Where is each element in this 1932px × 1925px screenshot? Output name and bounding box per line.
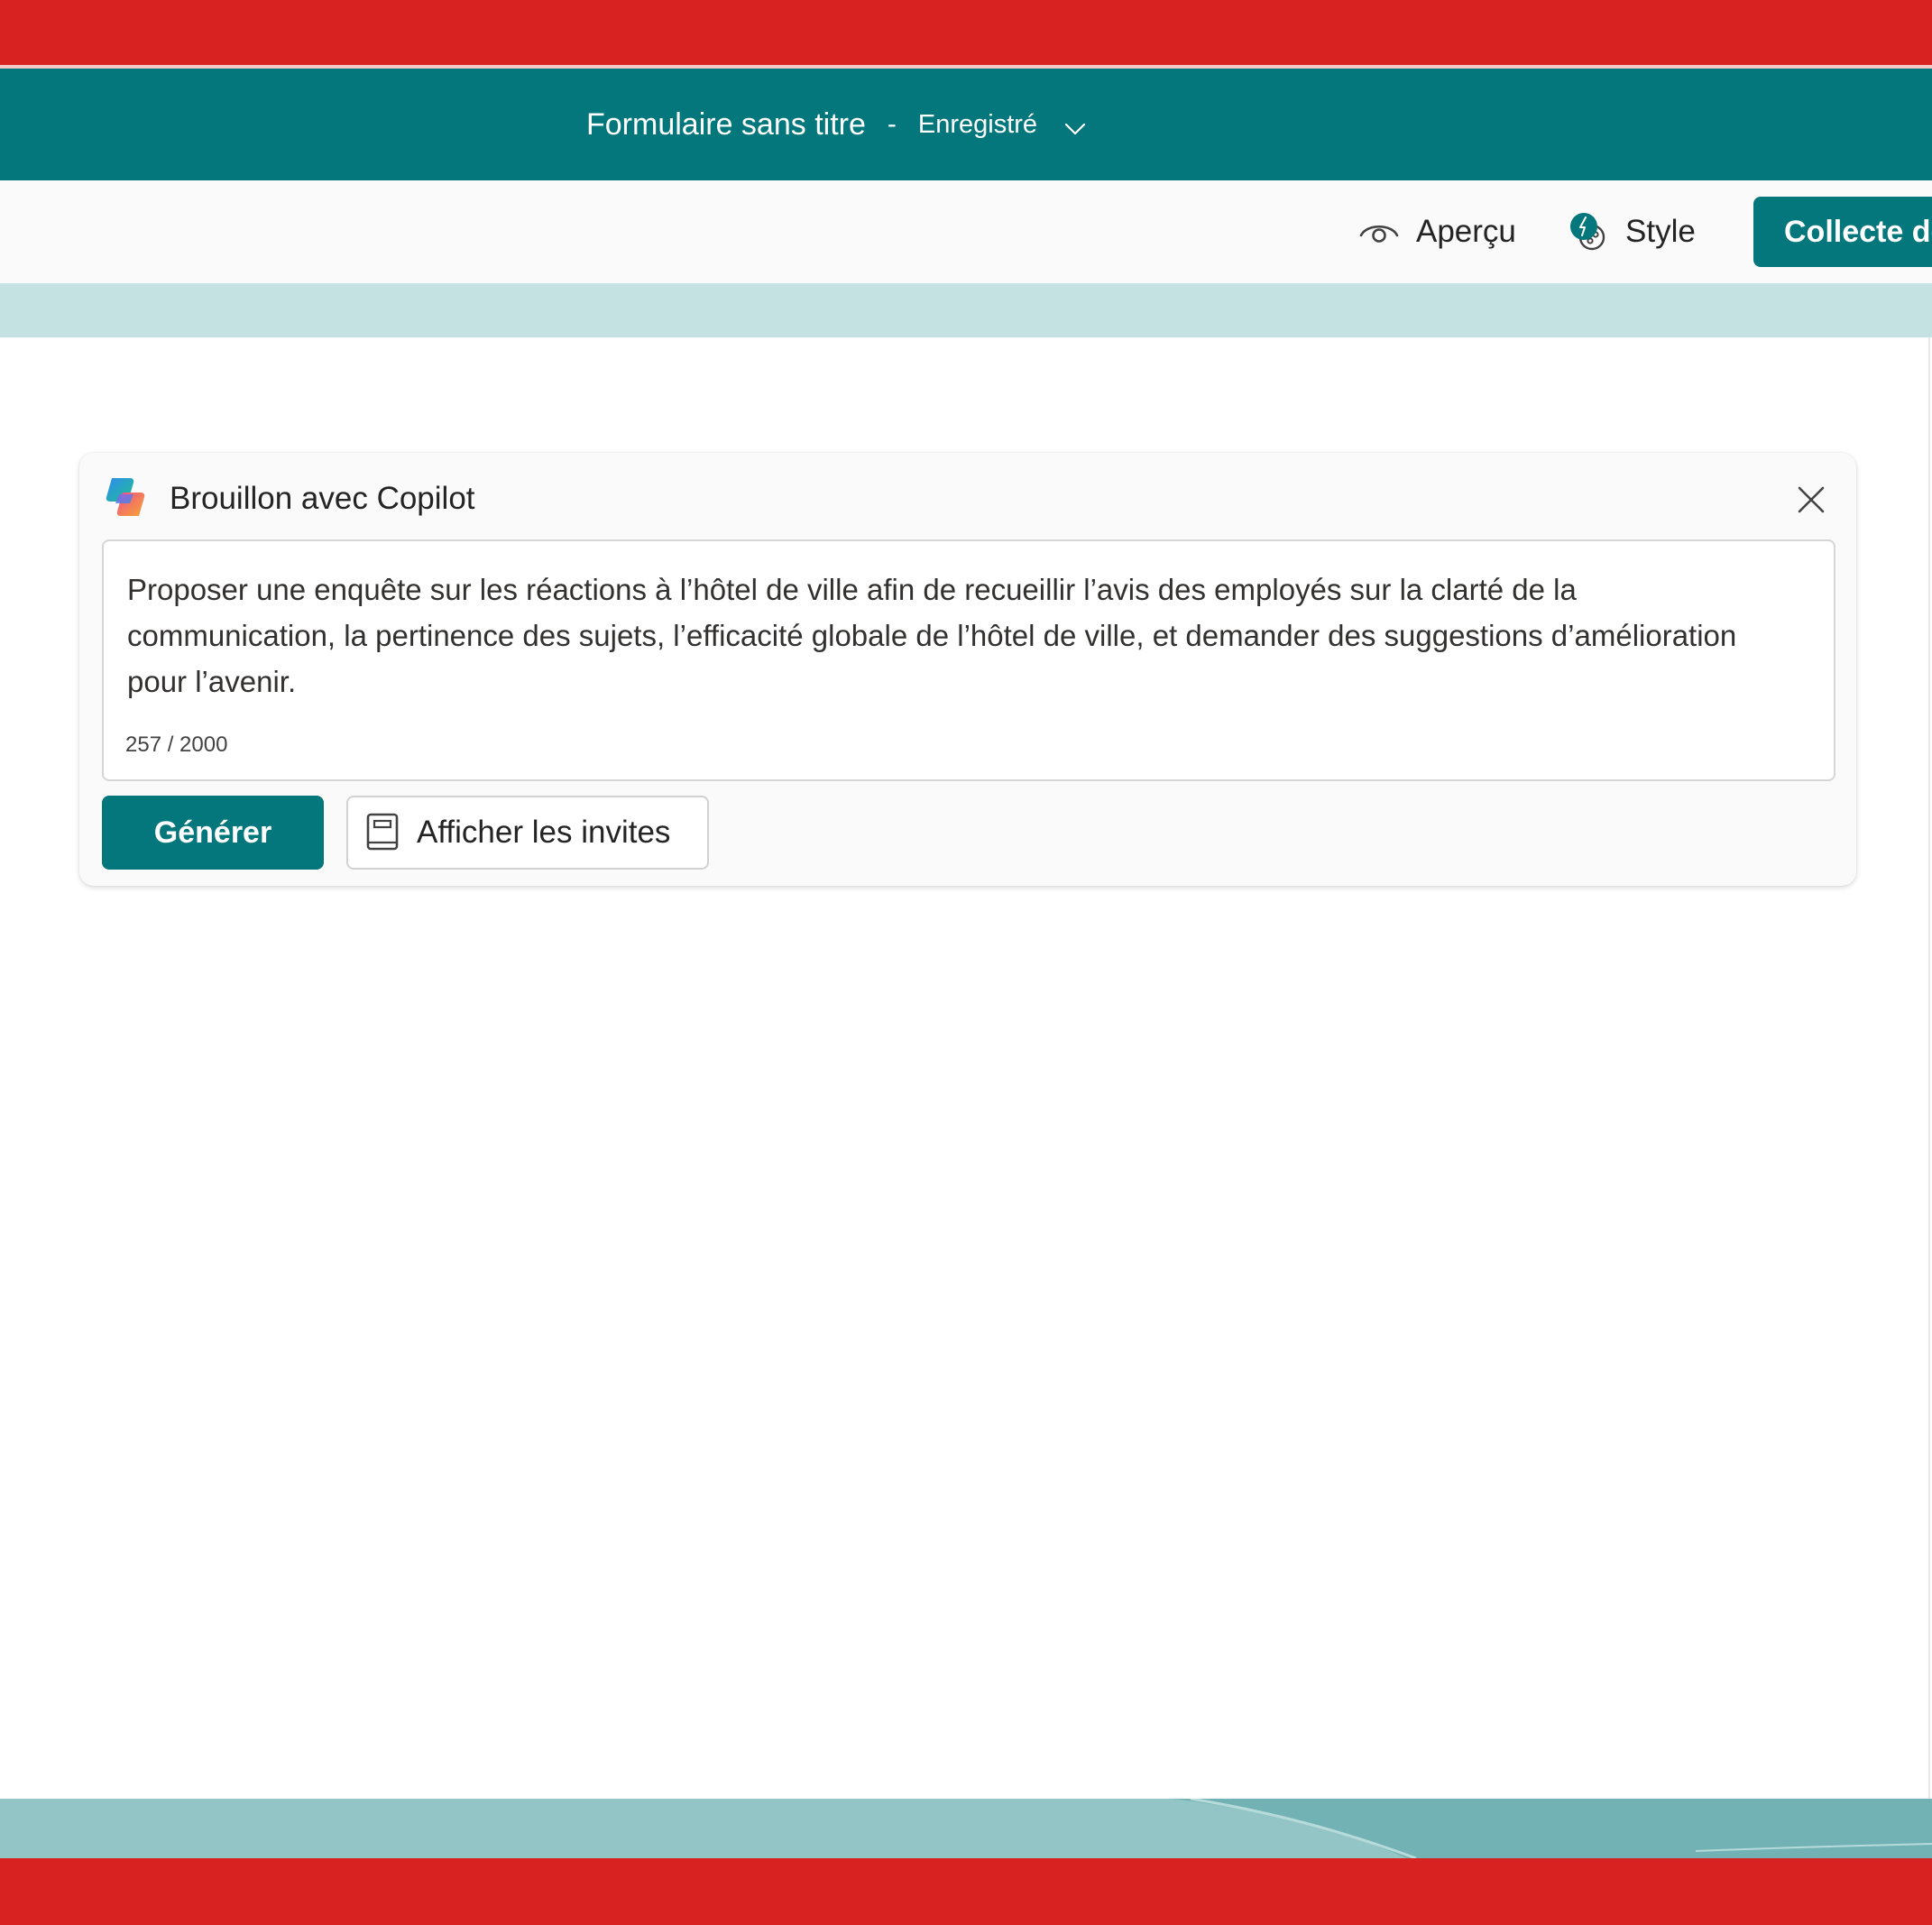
collect-responses-button[interactable]: Collecte de <box>1753 197 1932 267</box>
footer-band <box>0 1799 1932 1858</box>
form-title[interactable]: Formulaire sans titre <box>586 107 866 143</box>
card-title: Brouillon avec Copilot <box>170 481 475 516</box>
app-header: Formulaire sans titre - Enregistré <box>0 69 1932 180</box>
style-button[interactable]: Style <box>1568 180 1696 283</box>
show-prompts-button[interactable]: Afficher les invites <box>346 796 709 870</box>
top-red-bar <box>0 0 1932 65</box>
command-bar: Aperçu Style Collecte de <box>0 180 1932 283</box>
eye-icon <box>1359 225 1399 243</box>
prompt-textarea[interactable]: Proposer une enquête sur les réactions à… <box>102 539 1835 781</box>
character-count: 257 / 2000 <box>125 732 228 757</box>
style-label: Style <box>1625 214 1696 249</box>
save-status: Enregistré <box>917 109 1038 139</box>
right-edge-divider <box>1928 337 1930 1799</box>
copilot-draft-card: Brouillon avec Copilot Proposer une enqu… <box>79 453 1856 886</box>
book-icon <box>366 813 399 851</box>
title-separator: - <box>887 109 897 139</box>
header-band <box>0 283 1932 337</box>
footer-wave-decoration <box>1173 1799 1932 1858</box>
form-title-area[interactable]: Formulaire sans titre - Enregistré <box>586 69 1090 180</box>
close-icon[interactable] <box>1791 480 1831 520</box>
preview-button[interactable]: Aperçu <box>1358 180 1516 283</box>
chevron-down-icon[interactable] <box>1061 114 1090 143</box>
preview-label: Aperçu <box>1416 214 1516 249</box>
copilot-logo-icon <box>106 478 145 516</box>
bottom-red-bar <box>0 1858 1932 1925</box>
palette-icon <box>1570 213 1605 251</box>
generate-button[interactable]: Générer <box>102 796 324 870</box>
show-prompts-label: Afficher les invites <box>417 815 671 850</box>
prompt-text[interactable]: Proposer une enquête sur les réactions à… <box>127 566 1787 705</box>
